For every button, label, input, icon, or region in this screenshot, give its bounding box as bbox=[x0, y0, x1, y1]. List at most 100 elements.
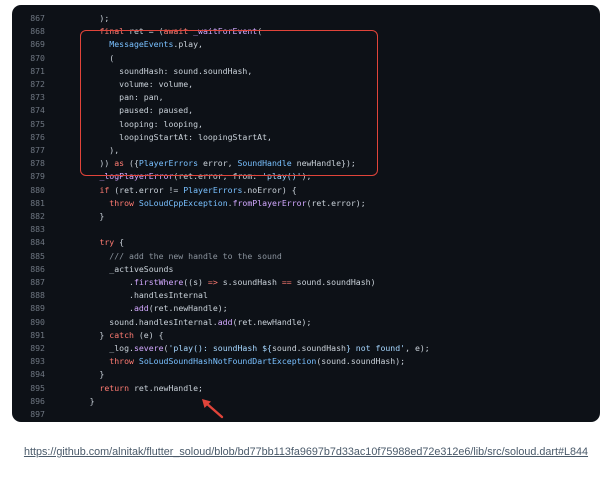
line-number: 885 bbox=[30, 250, 45, 261]
line-number: 891 bbox=[30, 329, 45, 340]
line-number: 878 bbox=[30, 158, 45, 169]
line-number: 870 bbox=[30, 52, 45, 63]
line-number: 868 bbox=[30, 26, 45, 37]
code-token: ret.newHandle; bbox=[129, 382, 203, 393]
line-number: 880 bbox=[30, 184, 45, 195]
code-token: } bbox=[60, 211, 105, 221]
code-token: fromPlayerError bbox=[232, 197, 307, 208]
code-token: severe bbox=[133, 343, 164, 353]
arrow-icon bbox=[202, 399, 224, 419]
line-number: 886 bbox=[30, 263, 45, 274]
code-token: _log. bbox=[60, 343, 134, 353]
line-number: 887 bbox=[30, 277, 45, 287]
code-token: if bbox=[99, 184, 110, 195]
code-text: throw SoLoudCppException.fromPlayerError… bbox=[60, 197, 365, 210]
code-line: 891 } catch (e) { bbox=[12, 329, 600, 342]
line-number: 893 bbox=[30, 356, 45, 367]
code-token: catch bbox=[109, 329, 134, 340]
code-token: /// add the new handle to the sound bbox=[60, 250, 282, 261]
code-text: .handlesInternal bbox=[60, 289, 208, 302]
code-line: 884 try { bbox=[12, 236, 600, 249]
code-token: . bbox=[60, 277, 134, 287]
code-text: ); bbox=[60, 12, 109, 25]
code-line: 894 } bbox=[12, 368, 600, 381]
code-text: /// add the new handle to the sound bbox=[60, 250, 282, 263]
code-token: PlayerErrors bbox=[183, 184, 243, 195]
code-text: throw SoLoudSoundHashNotFoundDartExcepti… bbox=[60, 355, 405, 368]
code-token: ((s) bbox=[183, 277, 208, 287]
code-line: 880 if (ret.error != PlayerErrors.noErro… bbox=[12, 184, 600, 197]
code-line: 889 .add(ret.newHandle); bbox=[12, 302, 600, 315]
code-token: add bbox=[133, 303, 149, 314]
code-text: } bbox=[60, 395, 95, 408]
code-token: } not found' bbox=[345, 343, 406, 353]
code-token: (sound.soundHash); bbox=[316, 356, 406, 367]
code-line: 881 throw SoLoudCppException.fromPlayerE… bbox=[12, 197, 600, 210]
code-text: } catch (e) { bbox=[60, 329, 164, 342]
source-link[interactable]: https://github.com/alnitak/flutter_solou… bbox=[0, 445, 612, 460]
code-line: 867 ); bbox=[12, 12, 600, 25]
code-token: SoLoudSoundHashNotFoundDartException bbox=[138, 356, 317, 367]
line-number: 896 bbox=[30, 395, 45, 406]
code-token: .noError) { bbox=[242, 184, 297, 195]
code-token: } bbox=[60, 329, 110, 340]
code-token: SoLoudCppException bbox=[138, 197, 228, 208]
code-line: 893 throw SoLoudSoundHashNotFoundDartExc… bbox=[12, 355, 600, 368]
line-number: 869 bbox=[30, 39, 45, 50]
code-token: sound.handlesInternal. bbox=[60, 316, 218, 327]
line-number: 877 bbox=[30, 145, 45, 155]
code-token: } bbox=[60, 369, 105, 380]
code-text: if (ret.error != PlayerErrors.noError) { bbox=[60, 184, 297, 197]
code-token: . bbox=[60, 303, 134, 314]
code-token: (ret.newHandle); bbox=[232, 316, 312, 327]
line-number: 874 bbox=[30, 105, 45, 116]
code-line: 895 return ret.newHandle; bbox=[12, 382, 600, 395]
line-number: 872 bbox=[30, 79, 45, 89]
code-token: firstWhere bbox=[133, 277, 184, 287]
line-number: 882 bbox=[30, 211, 45, 221]
line-number: 892 bbox=[30, 343, 45, 353]
code-text: _log.severe('play(): soundHash ${sound.s… bbox=[60, 342, 430, 355]
code-text: sound.handlesInternal.add(ret.newHandle)… bbox=[60, 316, 311, 329]
line-number: 888 bbox=[30, 290, 45, 301]
code-token: try bbox=[99, 237, 115, 248]
code-text: _activeSounds bbox=[60, 263, 173, 276]
code-line: 886 _activeSounds bbox=[12, 263, 600, 276]
line-number: 876 bbox=[30, 131, 45, 142]
code-text: return ret.newHandle; bbox=[60, 382, 203, 395]
line-number: 895 bbox=[30, 382, 45, 393]
code-text: .firstWhere((s) => s.soundHash == sound.… bbox=[60, 276, 376, 289]
code-token: , e); bbox=[405, 343, 430, 353]
line-number: 867 bbox=[30, 13, 45, 23]
source-link-text[interactable]: https://github.com/alnitak/flutter_solou… bbox=[24, 446, 588, 458]
code-token: return bbox=[99, 382, 130, 393]
code-text: .add(ret.newHandle); bbox=[60, 302, 228, 315]
code-text: try { bbox=[60, 236, 124, 249]
code-token: _activeSounds bbox=[60, 263, 174, 274]
code-line: 897 bbox=[12, 408, 600, 421]
code-line: 896 } bbox=[12, 395, 600, 408]
line-number: 894 bbox=[30, 369, 45, 380]
code-token: ); bbox=[60, 13, 110, 23]
code-token: == bbox=[281, 277, 292, 287]
code-token: add bbox=[217, 316, 233, 327]
code-token: } bbox=[60, 395, 95, 406]
line-number: 889 bbox=[30, 303, 45, 314]
code-token: 'play(): soundHash ${ bbox=[168, 343, 272, 353]
line-number: 881 bbox=[30, 197, 45, 208]
code-token: throw bbox=[109, 197, 134, 208]
code-text: } bbox=[60, 368, 104, 381]
code-token: (e) { bbox=[133, 329, 164, 340]
code-line: 892 _log.severe('play(): soundHash ${sou… bbox=[12, 342, 600, 355]
code-token: { bbox=[114, 237, 125, 248]
code-line: 890 sound.handlesInternal.add(ret.newHan… bbox=[12, 316, 600, 329]
code-line: 882 } bbox=[12, 210, 600, 223]
line-number: 883 bbox=[30, 224, 45, 235]
line-number: 884 bbox=[30, 237, 45, 248]
code-line: 887 .firstWhere((s) => s.soundHash == so… bbox=[12, 276, 600, 289]
code-token: => bbox=[207, 277, 218, 287]
line-number: 875 bbox=[30, 118, 45, 129]
